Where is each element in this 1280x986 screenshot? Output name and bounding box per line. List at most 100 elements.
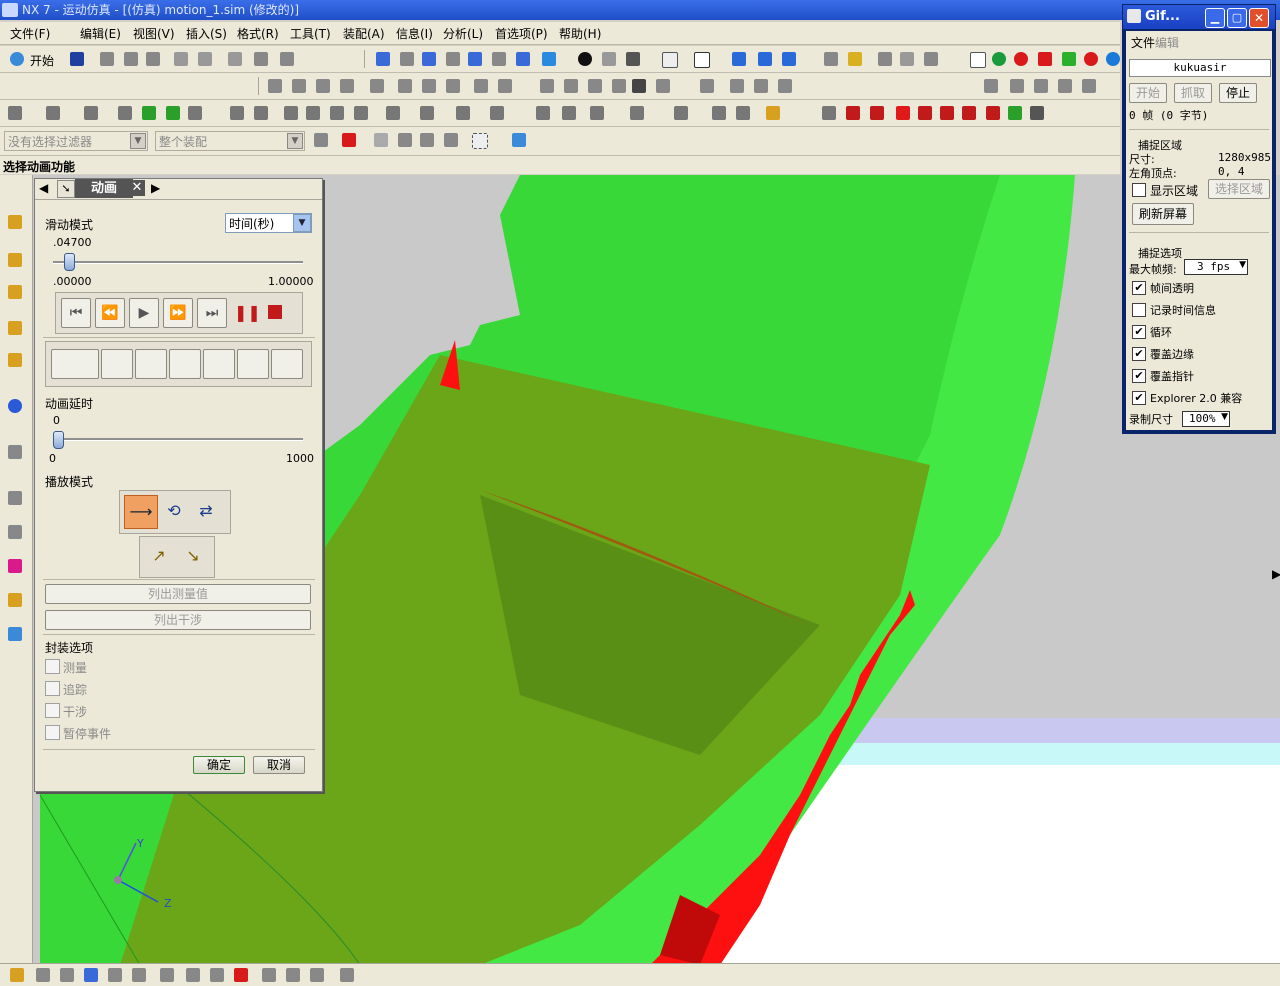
snap-mid-icon[interactable] [420,133,434,147]
zoom-window-icon[interactable] [400,52,414,66]
list-interference-button[interactable]: 列出干涉 [45,610,311,630]
delay-slider-thumb[interactable] [53,431,64,449]
close-icon[interactable]: ✕ [129,180,145,196]
revolve-icon[interactable] [230,106,244,120]
menu-edit[interactable]: 编辑(E) [80,25,121,42]
cone-icon[interactable] [84,106,98,120]
snap-center-icon[interactable] [444,133,458,147]
interference-checkbox[interactable] [45,703,60,718]
trace-tool-button[interactable] [101,349,133,379]
time-slider-track[interactable] [53,261,303,264]
down-arrow-icon[interactable] [1008,106,1022,120]
last-frame-button[interactable]: ⏭ [197,298,227,328]
trace-icon[interactable] [900,52,914,66]
camera-icon[interactable] [516,52,530,66]
circle-icon[interactable] [316,79,330,93]
chevron-left-icon[interactable]: ◀ [39,181,48,195]
snap-point-icon[interactable] [374,133,388,147]
box-icon[interactable] [8,106,22,120]
gif-fps-dropdown[interactable]: 3 fps ▼ [1184,259,1248,275]
explode-tool-button[interactable] [135,349,167,379]
play-icon[interactable] [896,106,910,120]
mirror-icon[interactable] [588,79,602,93]
edit-curve-icon[interactable] [778,79,792,93]
menu-view[interactable]: 视图(V) [133,25,175,42]
gif-option-checkbox[interactable]: ✔ [1132,347,1146,361]
measure-checkbox[interactable] [45,659,60,674]
gif-capture-button[interactable]: 抓取 [1174,83,1212,103]
time-slider-thumb[interactable] [63,253,75,271]
stop-button[interactable] [268,305,282,319]
loop-button[interactable]: ⟲ [160,495,188,527]
status-tool-icon[interactable] [340,968,354,982]
menu-analysis[interactable]: 分析(L) [443,25,483,42]
menu-help[interactable]: 帮助(H) [559,25,601,42]
menu-preferences[interactable]: 首选项(P) [495,25,548,42]
slide-mode-dropdown[interactable]: 时间(秒) ▼ [225,213,312,233]
transform-icon[interactable] [280,52,294,66]
status-tool-icon[interactable] [262,968,276,982]
gif-record-size-dropdown[interactable]: 100% ▼ [1182,411,1230,427]
join-icon[interactable] [754,79,768,93]
menu-file[interactable]: 文件(F) [10,25,50,42]
bolt-icon[interactable] [386,106,400,120]
web-browser-icon[interactable] [8,399,22,413]
pan-icon[interactable] [446,52,460,66]
start-menu-button[interactable]: 开始 [30,52,54,69]
snap-icon[interactable] [342,133,356,147]
rectangle-select-icon[interactable] [472,133,488,149]
arrow-left-icon[interactable] [142,106,156,120]
checkered-flag-icon[interactable] [1030,106,1044,120]
list-icon[interactable] [8,525,22,539]
intersect-icon[interactable] [700,79,714,93]
grip-tool-button[interactable] [203,349,235,379]
hole-icon[interactable] [536,106,550,120]
shaded-cube-icon[interactable] [542,52,556,66]
status-tool-icon[interactable] [84,968,98,982]
point-icon[interactable] [422,79,436,93]
pattern-icon[interactable] [630,106,644,120]
fit-icon[interactable] [376,52,390,66]
load-icon[interactable] [1062,52,1076,66]
filter-icon[interactable] [314,133,328,147]
pause-button[interactable]: ❚❚ [234,303,261,322]
gif-show-area-checkbox[interactable] [1132,183,1146,197]
rectangle-icon[interactable] [398,79,412,93]
inference-icon[interactable] [1082,79,1096,93]
gif-select-area-button[interactable]: 选择区域 [1208,179,1270,199]
trim-icon[interactable] [540,79,554,93]
export-tool-button[interactable] [271,349,303,379]
gif-stop-button[interactable]: 停止 [1219,83,1257,103]
snapshot-tool-button[interactable] [237,349,269,379]
pin-icon[interactable] [420,106,434,120]
menu-assembly[interactable]: 装配(A) [343,25,385,42]
play-button[interactable]: ▶ [129,298,159,328]
connector-icon[interactable] [824,52,838,66]
last-frame-icon[interactable] [940,106,954,120]
gif-refresh-button[interactable]: 刷新屏幕 [1132,203,1194,225]
first-frame-button[interactable]: ⏮ [61,298,91,328]
gif-option-checkbox[interactable]: ✔ [1132,281,1146,295]
gif-option-checkbox[interactable]: ✔ [1132,391,1146,405]
flag-icon[interactable] [330,106,344,120]
rotate-icon[interactable] [468,52,482,66]
motion-navigator-icon[interactable] [8,285,22,299]
part-navigator-icon[interactable] [8,321,22,335]
status-tool-icon[interactable] [310,968,324,982]
solid-icon[interactable] [626,52,640,66]
palette-icon[interactable] [8,559,22,573]
status-tool-icon[interactable] [60,968,74,982]
link-tool-button[interactable] [169,349,201,379]
curve-icon[interactable] [612,79,626,93]
status-tool-icon[interactable] [234,968,248,982]
assembly-navigator-icon[interactable] [8,253,22,267]
axis-icon[interactable] [456,106,470,120]
joint-icon[interactable] [758,52,772,66]
wireframe-icon[interactable] [602,52,616,66]
view-cube-icon[interactable] [512,133,526,147]
status-tool-icon[interactable] [210,968,224,982]
gif-name-field[interactable]: kukuasir [1129,59,1271,77]
minimize-icon[interactable]: ▁ [1205,8,1225,28]
play-once-button[interactable]: ⟶ [124,495,158,529]
first-frame-icon[interactable] [846,106,860,120]
